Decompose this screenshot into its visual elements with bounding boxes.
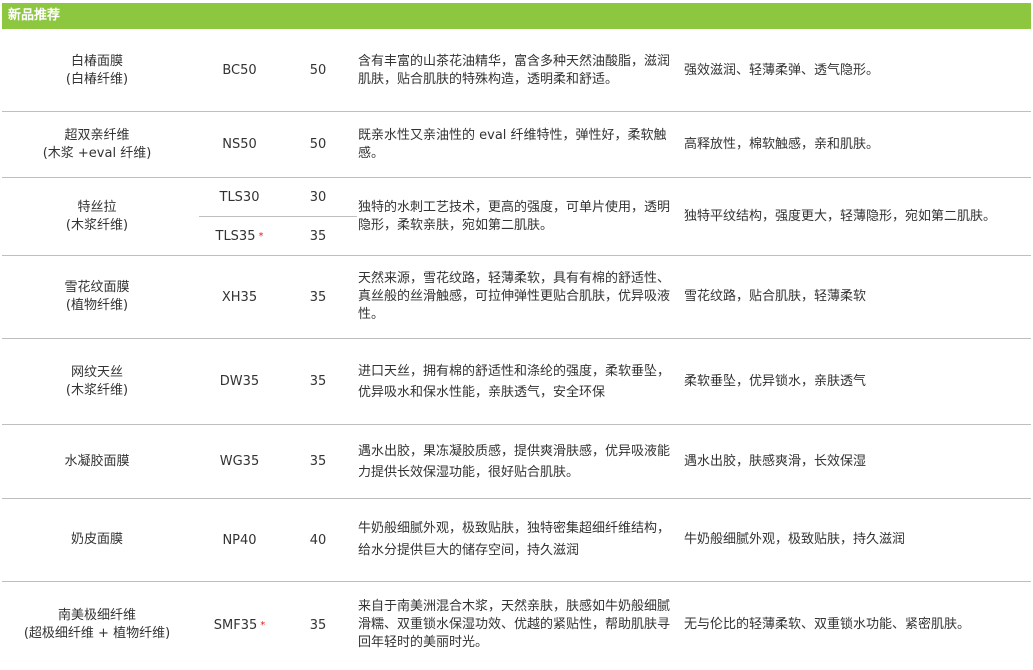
product-weight: 35: [309, 289, 327, 305]
product-feature: 高释放性，棉软触感，亲和肌肤。: [684, 136, 880, 152]
product-name: 雪花纹面膜: [64, 280, 130, 295]
product-name-cell: 特丝拉 (木浆纤维): [2, 178, 192, 255]
product-feature: 无与伦比的轻薄柔软、双重锁水功能、紧密肌肤。: [684, 617, 971, 632]
product-weight: 50: [309, 63, 327, 78]
product-weight: 30: [309, 189, 327, 205]
product-description: 独特的水刺工艺技术，更高的强度，可单片使用，透明隐形，柔软亲肤，宛如第二肌肤。: [358, 199, 671, 233]
product-feature: 雪花纹路，贴合肌肤，轻薄柔软: [684, 289, 867, 304]
section-header: 新品推荐: [2, 3, 1031, 29]
product-feature: 强效滋润、轻薄柔弹、透气隐形。: [684, 62, 880, 78]
product-name-cell: 白椿面膜 (白椿纤维): [2, 30, 192, 111]
table-row: 超双亲纤维 (木浆 +eval 纤维) NS50 50 既亲水性又亲油性的 eva…: [2, 112, 1031, 178]
product-name-cell: 奶皮面膜: [2, 499, 192, 581]
table-row: 网纹天丝 (木浆纤维) DW35 35 进口天丝，拥有棉的舒适性和涤纶的强度，柔软…: [2, 339, 1031, 425]
product-description: 来自于南美洲混合木浆，天然亲肤，肤感如牛奶般细腻滑糯、双重锁水保湿功效、优越的紧…: [358, 599, 671, 650]
product-material: (木浆纤维): [65, 217, 129, 233]
product-name: 奶皮面膜: [70, 532, 123, 547]
product-name-cell: 超双亲纤维 (木浆 +eval 纤维): [2, 112, 192, 177]
product-description: 遇水出胶，果冻凝胶质感，提供爽滑肤感，优异吸液能力提供长效保湿功能，很好贴合肌肤…: [358, 443, 671, 480]
product-name: 白椿面膜: [70, 53, 123, 69]
table-row: 特丝拉 (木浆纤维) TLS30 30 TLS35 * 35 独特的水刺工艺技术，更…: [2, 178, 1031, 256]
section-title: 新品推荐: [8, 8, 61, 23]
product-code: XH35: [221, 289, 258, 305]
product-description: 含有丰富的山茶花油精华，富含多种天然油酸脂，滋润肌肤，贴合肌肤的特殊构造，透明柔…: [358, 53, 671, 87]
product-code: TLS30: [219, 189, 260, 205]
product-code: BC50: [222, 63, 257, 78]
product-name: 特丝拉: [77, 199, 117, 215]
product-code: NS50: [222, 137, 257, 152]
product-code: NP40: [222, 532, 257, 548]
table-row: 白椿面膜 (白椿纤维) BC50 50 含有丰富的山茶花油精华，富含多种天然油酸脂…: [2, 30, 1031, 112]
product-code: WG35: [219, 454, 260, 469]
new-marker: *: [260, 619, 266, 631]
product-name-cell: 南美极细纤维 (超极细纤维 + 植物纤维): [2, 582, 192, 668]
product-weight: 35: [309, 374, 327, 389]
product-description: 天然来源，雪花纹路，轻薄柔软，具有有棉的舒适性、真丝般的丝滑触感，可拉伸弹性更贴…: [358, 271, 671, 322]
product-feature: 遇水出胶，肤感爽滑，长效保湿: [684, 453, 867, 469]
table-row: 雪花纹面膜 (植物纤维) XH35 35 天然来源，雪花纹路，轻薄柔软，具有有棉的…: [2, 256, 1031, 339]
product-code: SMF35 *: [213, 617, 266, 633]
product-name: 水凝胶面膜: [64, 453, 130, 469]
product-weight: 35: [309, 454, 327, 469]
product-description: 牛奶般细腻外观，极致贴肤，独特密集超细纤维结构，给水分提供巨大的储存空间，持久滋…: [358, 521, 671, 558]
product-material: (植物纤维): [65, 298, 129, 313]
product-description: 进口天丝，拥有棉的舒适性和涤纶的强度，柔软垂坠，优异吸水和保水性能，亲肤透气，安…: [358, 363, 671, 400]
product-feature: 牛奶般细腻外观，极致贴肤，持久滋润: [684, 532, 906, 547]
product-name-cell: 网纹天丝 (木浆纤维): [2, 339, 192, 424]
table-row: 奶皮面膜 NP40 40 牛奶般细腻外观，极致贴肤，独特密集超细纤维结构，给水分…: [2, 499, 1031, 582]
product-name-cell: 水凝胶面膜: [2, 425, 192, 498]
product-description: 既亲水性又亲油性的 eval 纤维特性，弹性好，柔软触感。: [358, 127, 667, 161]
product-weight: 35: [309, 617, 327, 633]
product-code: DW35: [219, 374, 260, 389]
product-feature: 独特平纹结构，强度更大，轻薄隐形，宛如第二肌肤。: [684, 208, 997, 224]
product-name-cell: 雪花纹面膜 (植物纤维): [2, 256, 192, 338]
table-row: 南美极细纤维 (超极细纤维 + 植物纤维) SMF35 * 35 来自于南美洲混合木…: [2, 582, 1031, 668]
new-marker: *: [258, 230, 264, 242]
product-weight-variant: 35: [309, 228, 327, 244]
product-feature: 柔软垂坠，优异锁水，亲肤透气: [684, 373, 867, 389]
product-material: (木浆纤维): [65, 382, 129, 398]
product-weight: 40: [309, 532, 327, 548]
table-row: 水凝胶面膜 WG35 35 遇水出胶，果冻凝胶质感，提供爽滑肤感，优异吸液能力提…: [2, 425, 1031, 499]
product-name: 网纹天丝: [70, 364, 123, 380]
product-material: (超极细纤维 + 植物纤维): [23, 626, 171, 641]
product-material: (白椿纤维): [65, 71, 129, 87]
product-name: 南美极细纤维: [57, 608, 136, 623]
product-code-variant: TLS35 *: [215, 228, 264, 244]
product-name: 超双亲纤维: [64, 127, 130, 143]
product-weight: 50: [309, 137, 327, 152]
product-material: (木浆 +eval 纤维): [42, 145, 152, 161]
